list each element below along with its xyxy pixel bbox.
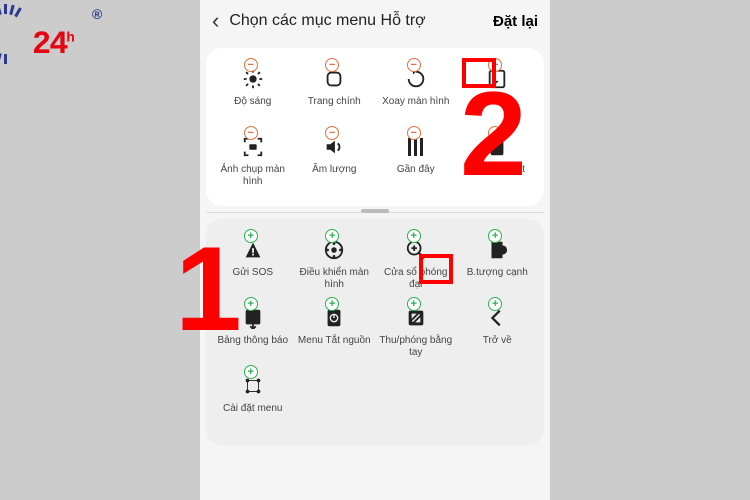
item-rotate[interactable]: − Xoay màn hình bbox=[375, 62, 457, 128]
item-label: Trang chính bbox=[308, 96, 361, 108]
item-home[interactable]: − Trang chính bbox=[294, 62, 376, 128]
item-touch[interactable]: − Con bbox=[457, 62, 539, 128]
item-sos[interactable]: + Gửi SOS bbox=[212, 233, 294, 299]
remove-badge[interactable]: − bbox=[244, 126, 258, 140]
active-menu-panel: − Độ sáng − Trang chính − Xoay màn hình … bbox=[206, 48, 544, 206]
remove-badge[interactable]: − bbox=[244, 58, 258, 72]
item-settings[interactable]: + Cài đặt menu bbox=[212, 369, 294, 435]
screenoff-icon: − bbox=[484, 134, 510, 160]
item-screenoff[interactable]: − Màn hình tắt bbox=[457, 130, 539, 196]
available-grid: + Gửi SOS + Điều khiển màn hình + Cửa sổ… bbox=[212, 233, 538, 435]
touch-icon: − bbox=[484, 66, 510, 92]
active-grid: − Độ sáng − Trang chính − Xoay màn hình … bbox=[212, 62, 538, 196]
item-magnify[interactable]: + Cửa sổ phóng đại bbox=[375, 233, 457, 299]
item-back[interactable]: + Trở về bbox=[457, 301, 539, 367]
add-badge[interactable]: + bbox=[407, 229, 421, 243]
back-chevron-icon: + bbox=[484, 305, 510, 331]
item-label: Màn hình tắt bbox=[469, 164, 525, 176]
item-label: B.tượng cạnh bbox=[467, 267, 528, 279]
item-label: Xoay màn hình bbox=[382, 96, 449, 108]
reset-button[interactable]: Đặt lại bbox=[493, 13, 538, 30]
item-label: Ảnh chụp màn hình bbox=[214, 164, 292, 188]
item-label: Điều khiển màn hình bbox=[296, 267, 374, 291]
phone-screen: ‹ Chọn các mục menu Hỗ trợ Đặt lại − Độ … bbox=[200, 0, 550, 500]
volume-icon: − bbox=[321, 134, 347, 160]
pinch-icon: + bbox=[403, 305, 429, 331]
page-title: Chọn các mục menu Hỗ trợ bbox=[229, 12, 483, 30]
settings-icon: + bbox=[240, 373, 266, 399]
header-bar: ‹ Chọn các mục menu Hỗ trợ Đặt lại bbox=[200, 0, 550, 42]
item-label: Âm lượng bbox=[312, 164, 356, 176]
bars-icon bbox=[408, 138, 423, 156]
back-icon[interactable]: ‹ bbox=[212, 8, 219, 34]
item-edge[interactable]: + B.tượng cạnh bbox=[457, 233, 539, 299]
remove-badge[interactable]: − bbox=[407, 126, 421, 140]
add-badge[interactable]: + bbox=[407, 297, 421, 311]
screenshot-icon: − bbox=[240, 134, 266, 160]
logo-reg-mark: ® bbox=[92, 6, 102, 22]
item-label: Cài đặt menu bbox=[223, 403, 282, 415]
brightness-icon: − bbox=[240, 66, 266, 92]
rotate-icon: − bbox=[403, 66, 429, 92]
item-pinch[interactable]: + Thu/phóng bằng tay bbox=[375, 301, 457, 367]
item-label: Con bbox=[488, 96, 506, 108]
remove-badge[interactable]: − bbox=[407, 58, 421, 72]
item-label: Bảng thông báo bbox=[217, 335, 288, 347]
recent-icon: − bbox=[403, 134, 429, 160]
edge-icon: + bbox=[484, 237, 510, 263]
logo-text: 24h bbox=[32, 26, 73, 63]
item-label: Độ sáng bbox=[234, 96, 271, 108]
drag-handle[interactable] bbox=[361, 209, 389, 213]
item-label: Trở về bbox=[483, 335, 512, 347]
add-badge[interactable]: + bbox=[244, 229, 258, 243]
item-volume[interactable]: − Âm lượng bbox=[294, 130, 376, 196]
item-label: Menu Tắt nguồn bbox=[298, 335, 371, 347]
item-control[interactable]: + Điều khiển màn hình bbox=[294, 233, 376, 299]
magnify-icon: + bbox=[403, 237, 429, 263]
item-label: Cửa sổ phóng đại bbox=[377, 267, 455, 291]
sos-icon: + bbox=[240, 237, 266, 263]
add-badge[interactable]: + bbox=[244, 365, 258, 379]
notif-icon: + bbox=[240, 305, 266, 331]
add-badge[interactable]: + bbox=[244, 297, 258, 311]
home-icon: − bbox=[321, 66, 347, 92]
power-icon: + bbox=[321, 305, 347, 331]
item-label: Thu/phóng bằng tay bbox=[377, 335, 455, 359]
item-notif[interactable]: + Bảng thông báo bbox=[212, 301, 294, 367]
logo-24h: ® 24h bbox=[4, 4, 114, 74]
item-label: Gần đây bbox=[397, 164, 435, 176]
item-screenshot[interactable]: − Ảnh chụp màn hình bbox=[212, 130, 294, 196]
item-recent[interactable]: − Gần đây bbox=[375, 130, 457, 196]
item-label: Gửi SOS bbox=[232, 267, 273, 279]
available-menu-panel: + Gửi SOS + Điều khiển màn hình + Cửa sổ… bbox=[206, 219, 544, 445]
item-brightness[interactable]: − Độ sáng bbox=[212, 62, 294, 128]
divider bbox=[206, 212, 544, 213]
item-power[interactable]: + Menu Tắt nguồn bbox=[294, 301, 376, 367]
control-icon: + bbox=[321, 237, 347, 263]
